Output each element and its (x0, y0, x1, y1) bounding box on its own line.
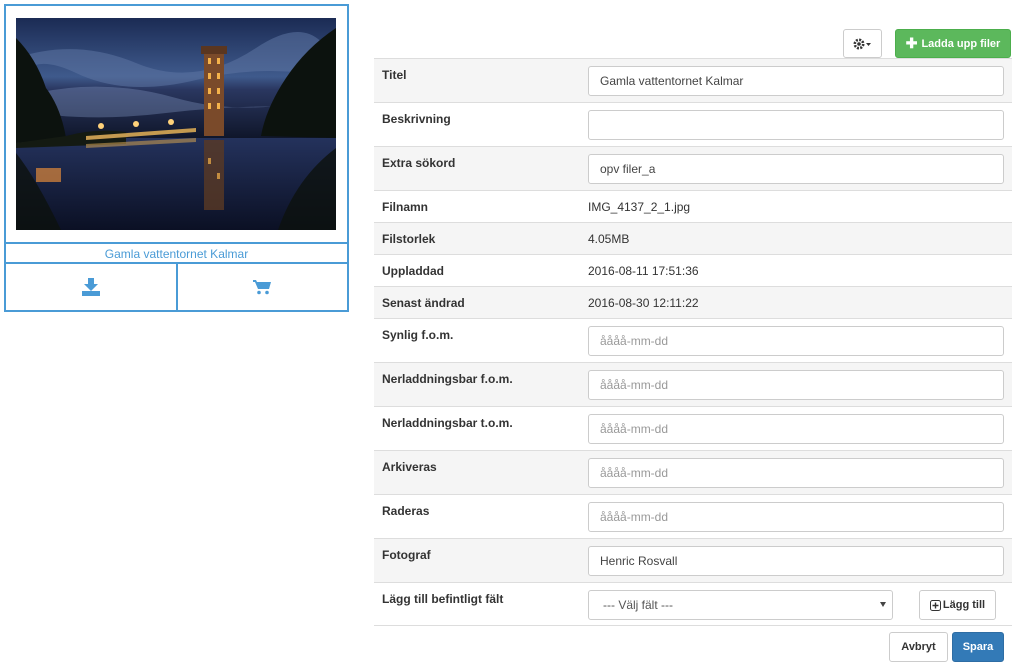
photographer-input[interactable]: Henric Rosvall (588, 546, 1004, 576)
row-uploaded: Uppladdad 2016-08-11 17:51:36 (374, 254, 1012, 286)
row-visible-from: Synlig f.o.m. åååå-mm-dd (374, 318, 1012, 362)
save-button[interactable]: Spara (952, 632, 1004, 662)
image-caption[interactable]: Gamla vattentornet Kalmar (6, 246, 347, 264)
row-deleted: Raderas åååå-mm-dd (374, 494, 1012, 538)
archived-label: Arkiveras (382, 460, 437, 474)
gear-icon (853, 38, 871, 49)
row-photographer: Fotograf Henric Rosvall (374, 538, 1012, 582)
row-modified: Senast ändrad 2016-08-30 12:11:22 (374, 286, 1012, 318)
plus-square-icon (929, 599, 941, 611)
downloadable-from-input[interactable]: åååå-mm-dd (588, 370, 1004, 400)
title-input[interactable]: Gamla vattentornet Kalmar (588, 66, 1004, 96)
filename-value: IMG_4137_2_1.jpg (588, 200, 691, 214)
image-card: Gamla vattentornet Kalmar (4, 4, 349, 312)
keywords-label: Extra sökord (382, 156, 456, 170)
add-field-button[interactable]: Lägg till (919, 590, 996, 620)
modified-label: Senast ändrad (382, 296, 465, 310)
uploaded-value: 2016-08-11 17:51:36 (588, 264, 699, 278)
field-select[interactable]: --- Välj fält --- (588, 590, 893, 620)
photo-image (16, 18, 336, 230)
row-keywords: Extra sökord opv filer_a (374, 146, 1012, 190)
photo-thumbnail[interactable] (16, 18, 336, 230)
row-title: Titel Gamla vattentornet Kalmar (374, 58, 1012, 102)
description-label: Beskrivning (382, 112, 451, 126)
downloadable-to-input[interactable]: åååå-mm-dd (588, 414, 1004, 444)
modified-value: 2016-08-30 12:11:22 (588, 296, 699, 310)
row-description: Beskrivning (374, 102, 1012, 146)
keywords-input[interactable]: opv filer_a (588, 154, 1004, 184)
downloadable-to-label: Nerladdningsbar t.o.m. (382, 416, 513, 430)
row-add-field: Lägg till befintligt fält --- Välj fält … (374, 582, 1012, 626)
visible-from-input[interactable]: åååå-mm-dd (588, 326, 1004, 356)
image-actions (6, 264, 347, 310)
row-filesize: Filstorlek 4.05MB (374, 222, 1012, 254)
download-button[interactable] (6, 264, 176, 310)
cart-icon (253, 280, 272, 295)
filesize-value: 4.05MB (588, 232, 630, 246)
settings-dropdown-button[interactable] (843, 29, 882, 58)
cancel-button[interactable]: Avbryt (889, 632, 948, 662)
row-filename: Filnamn IMG_4137_2_1.jpg (374, 190, 1012, 222)
row-downloadable-to: Nerladdningsbar t.o.m. åååå-mm-dd (374, 406, 1012, 450)
upload-files-button[interactable]: ✚ Ladda upp filer (895, 29, 1011, 58)
field-select-value: --- Välj fält --- (603, 598, 673, 612)
download-icon (81, 278, 100, 296)
visible-from-label: Synlig f.o.m. (382, 328, 454, 342)
uploaded-label: Uppladdad (382, 264, 444, 278)
photographer-label: Fotograf (382, 548, 431, 562)
add-field-label: Lägg till befintligt fält (382, 592, 504, 606)
cart-button[interactable] (175, 264, 348, 310)
downloadable-from-label: Nerladdningsbar f.o.m. (382, 372, 513, 386)
plus-icon: ✚ (905, 35, 918, 51)
caret-down-icon (880, 602, 886, 607)
row-archived: Arkiveras åååå-mm-dd (374, 450, 1012, 494)
deleted-input[interactable]: åååå-mm-dd (588, 502, 1004, 532)
title-label: Titel (382, 68, 407, 82)
deleted-label: Raderas (382, 504, 430, 518)
row-downloadable-from: Nerladdningsbar f.o.m. åååå-mm-dd (374, 362, 1012, 406)
archived-input[interactable]: åååå-mm-dd (588, 458, 1004, 488)
description-input[interactable] (588, 110, 1004, 140)
filename-label: Filnamn (382, 200, 429, 214)
add-field-button-label: Lägg till (942, 599, 986, 611)
filesize-label: Filstorlek (382, 232, 436, 246)
upload-files-label: Ladda upp filer (921, 37, 1001, 50)
photo-frame (6, 6, 347, 244)
file-details-form: Titel Gamla vattentornet Kalmar Beskrivn… (374, 58, 1012, 626)
